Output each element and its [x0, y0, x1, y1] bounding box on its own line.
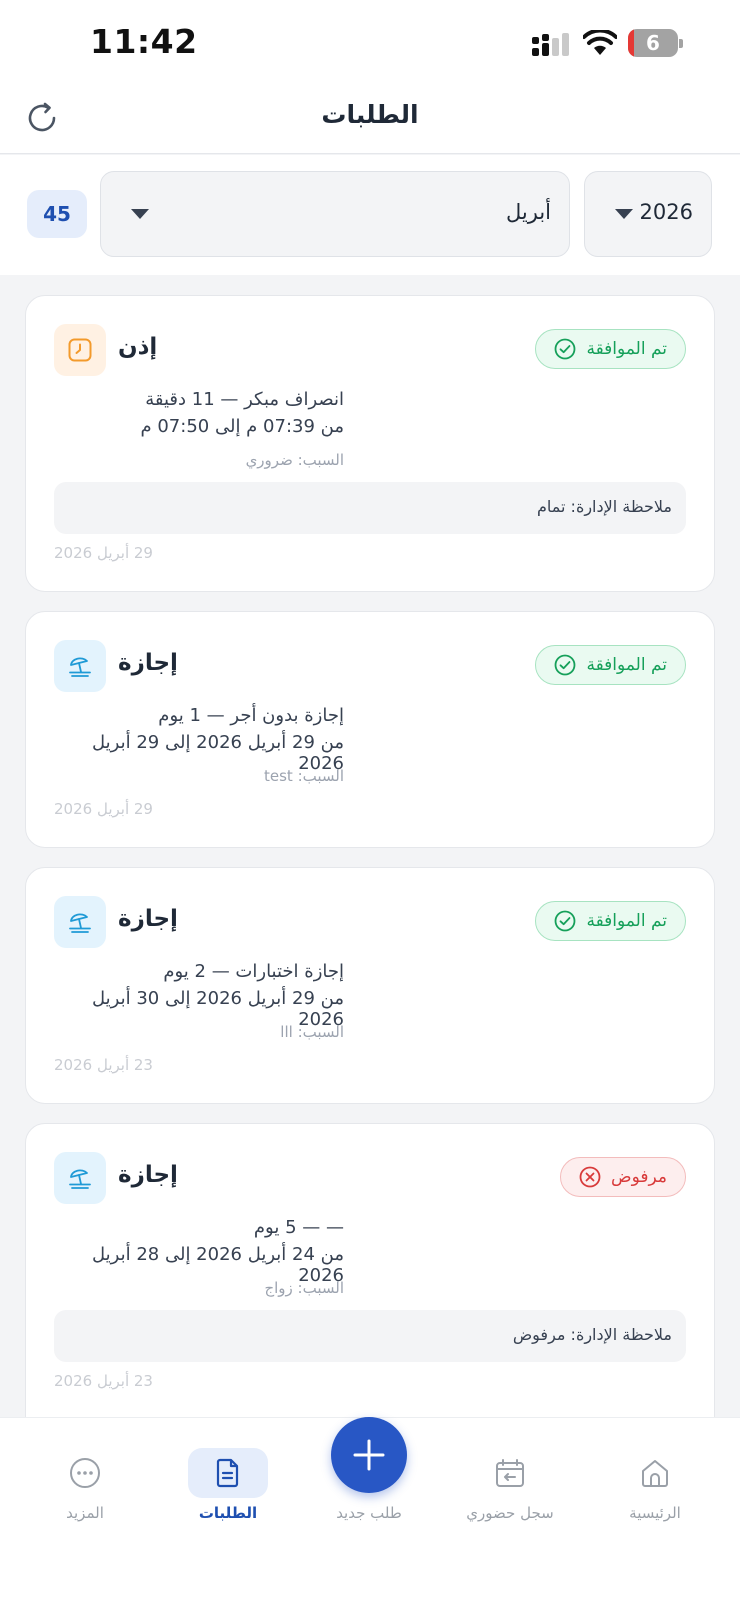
- year-select-value: 2026: [639, 200, 693, 224]
- document-icon: [216, 1458, 239, 1488]
- status-badge: مرفوض: [560, 1157, 686, 1197]
- admin-note-text: ملاحظة الإدارة: مرفوض: [512, 1325, 672, 1344]
- request-detail: انصراف مبكر — 11 دقيقة: [145, 389, 344, 410]
- request-reason: السبب: زواج: [264, 1279, 344, 1297]
- nav-attendance-label: سجل حضوري: [466, 1504, 554, 1522]
- bottom-nav: المزيد الطلبات طلب جديد سجل حضوري الرئيس…: [0, 1417, 740, 1600]
- chevron-down-icon: [615, 209, 633, 219]
- request-date: 29 أبريل 2026: [54, 544, 153, 562]
- request-count-badge: 45: [27, 190, 87, 238]
- beach-umbrella-icon: [69, 913, 91, 933]
- new-request-label: طلب جديد: [336, 1504, 402, 1522]
- page-title: الطلبات: [321, 100, 419, 129]
- status-badge-label: مرفوض: [611, 1167, 667, 1187]
- new-request-button[interactable]: [331, 1417, 407, 1493]
- month-select[interactable]: أبريل: [100, 171, 570, 257]
- request-date: 29 أبريل 2026: [54, 800, 153, 818]
- nav-requests[interactable]: الطلبات: [168, 1436, 288, 1536]
- leave-type-icon: [54, 1152, 106, 1204]
- wifi-icon: [583, 30, 617, 55]
- status-badge-label: تم الموافقة: [586, 911, 667, 931]
- more-dots-icon: [70, 1458, 100, 1488]
- permission-type-icon: [54, 324, 106, 376]
- status-badge: تم الموافقة: [535, 329, 686, 369]
- plus-icon: [353, 1439, 385, 1471]
- request-range: من 07:39 م إلى 07:50 م: [140, 416, 344, 437]
- home-icon: [642, 1460, 668, 1487]
- app-header: الطلبات: [0, 86, 740, 154]
- beach-umbrella-icon: [69, 1169, 91, 1189]
- nav-home[interactable]: الرئيسية: [595, 1436, 715, 1536]
- status-badge-label: تم الموافقة: [586, 655, 667, 675]
- request-type: إجازة: [118, 650, 178, 676]
- request-type: إذن: [118, 334, 158, 360]
- year-select[interactable]: 2026: [584, 171, 712, 257]
- request-type: إجازة: [118, 1162, 178, 1188]
- nav-attendance[interactable]: سجل حضوري: [450, 1436, 570, 1536]
- battery-icon: 6: [628, 29, 683, 57]
- admin-note-text: ملاحظة الإدارة: تمام: [536, 497, 672, 516]
- request-reason: السبب: lll: [280, 1023, 344, 1041]
- check-circle-icon: [555, 338, 576, 360]
- request-card[interactable]: مرفوض إجازة — — 5 يوم من 24 أبريل 2026 إ…: [25, 1123, 715, 1417]
- status-badge: تم الموافقة: [535, 901, 686, 941]
- battery-level: 6: [646, 31, 660, 55]
- leave-type-icon: [54, 896, 106, 948]
- nav-more-label: المزيد: [66, 1504, 104, 1522]
- requests-list[interactable]: تم الموافقة إذن انصراف مبكر — 11 دقيقة م…: [0, 275, 740, 1417]
- leave-type-icon: [54, 640, 106, 692]
- nav-more[interactable]: المزيد: [25, 1436, 145, 1536]
- request-date: 23 أبريل 2026: [54, 1372, 153, 1390]
- request-card[interactable]: تم الموافقة إجازة إجازة اختبارات — 2 يوم…: [25, 867, 715, 1104]
- x-circle-icon: [579, 1166, 601, 1188]
- request-detail: — — 5 يوم: [253, 1217, 344, 1238]
- filter-bar: 45 أبريل 2026: [0, 155, 740, 275]
- request-reason: السبب: ضروري: [245, 451, 344, 469]
- request-reason: السبب: test: [263, 767, 344, 785]
- request-card[interactable]: تم الموافقة إذن انصراف مبكر — 11 دقيقة م…: [25, 295, 715, 592]
- nav-home-label: الرئيسية: [629, 1504, 681, 1522]
- request-date: 23 أبريل 2026: [54, 1056, 153, 1074]
- clock-icon: [68, 338, 92, 362]
- admin-note: ملاحظة الإدارة: تمام: [54, 482, 686, 534]
- check-circle-icon: [555, 910, 576, 932]
- nav-requests-label: الطلبات: [198, 1504, 258, 1522]
- month-select-value: أبريل: [505, 200, 551, 224]
- check-circle-icon: [555, 654, 576, 676]
- calendar-checkin-icon: [496, 1459, 524, 1487]
- chevron-down-icon: [131, 209, 149, 219]
- status-bar: 11:42 6: [0, 0, 740, 86]
- request-card[interactable]: تم الموافقة إجازة إجازة بدون أجر — 1 يوم…: [25, 611, 715, 848]
- admin-note: ملاحظة الإدارة: مرفوض: [54, 1310, 686, 1362]
- request-detail: إجازة اختبارات — 2 يوم: [163, 961, 344, 982]
- request-type: إجازة: [118, 906, 178, 932]
- status-badge-label: تم الموافقة: [586, 339, 667, 359]
- status-time: 11:42: [90, 22, 198, 61]
- cellular-signal-icon: [532, 33, 569, 56]
- beach-umbrella-icon: [69, 657, 91, 677]
- status-badge: تم الموافقة: [535, 645, 686, 685]
- request-detail: إجازة بدون أجر — 1 يوم: [158, 705, 344, 726]
